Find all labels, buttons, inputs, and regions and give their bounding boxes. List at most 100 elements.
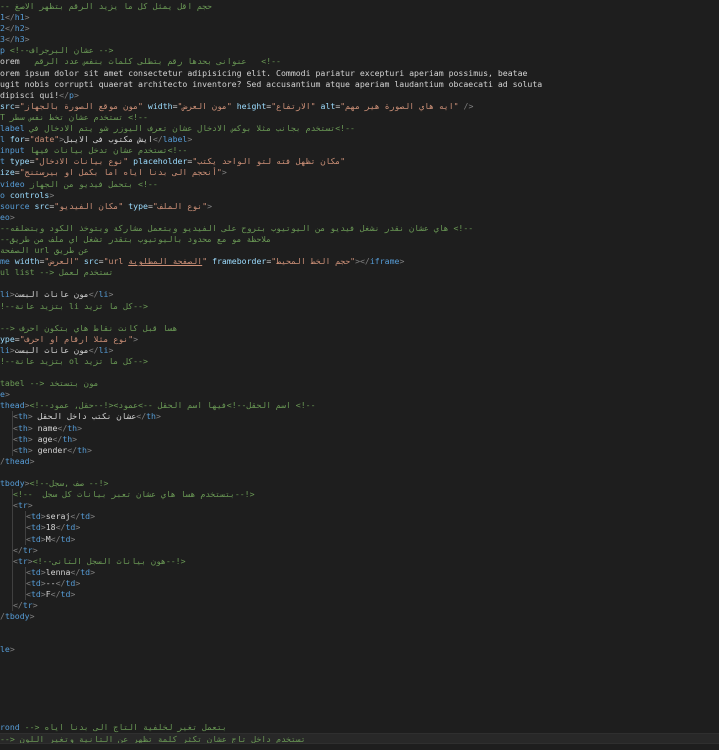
code-line[interactable]: 3</h3> — [0, 34, 719, 45]
code-line[interactable]: li>مون عانات البست</li> — [0, 345, 719, 356]
code-line[interactable]: ul list --> تستخدم لعمل — [0, 267, 719, 278]
code-token: </ — [50, 533, 61, 544]
code-line[interactable] — [0, 278, 719, 289]
code-line[interactable]: thead><!--اسم الحقل--!>فيها اسم الحقل --… — [0, 400, 719, 411]
code-token: --> هسا قبل كانت نقاط هاي بتكون احرف — [0, 322, 178, 333]
code-line[interactable]: --> هسا قبل كانت نقاط هاي بتكون احرف — [0, 323, 719, 334]
code-line[interactable]: input تستخدم عشان تدخل بيانات فيها<!-- — [0, 145, 719, 156]
code-line[interactable]: l for="date">ايش مكتوب فى الايبل</label> — [0, 134, 719, 145]
code-token: input — [0, 145, 25, 156]
code-token: src — [0, 100, 15, 111]
code-line[interactable]: li>مون عانات البست</li> — [0, 289, 719, 300]
code-line[interactable]: <td>--</td> — [0, 577, 719, 589]
code-token: --ملاحظة مو مع محدود باليوتيوب بتقدر تشغ… — [0, 233, 272, 244]
code-line[interactable]: --> تستخدم داخل تاج عشان تكثر كلمة تظهر … — [0, 733, 719, 745]
code-line[interactable] — [0, 312, 719, 323]
code-line[interactable]: tbody><!--صف ,سجل --!> — [0, 478, 719, 489]
code-line[interactable]: orem ipsum dolor sit amet consectetur ad… — [0, 68, 719, 79]
code-line[interactable] — [0, 667, 719, 678]
code-token: > — [49, 189, 55, 200]
code-token: </ — [55, 522, 66, 533]
code-token: td — [30, 566, 41, 577]
code-line[interactable]: p <!--عشان البرجراف --> — [0, 45, 719, 56]
code-token: /> — [463, 100, 474, 111]
code-line[interactable]: 1</h1> — [0, 12, 719, 23]
code-line[interactable]: <tr> — [0, 500, 719, 512]
code-line[interactable] — [0, 678, 719, 689]
code-line[interactable]: o controls> — [0, 190, 719, 201]
code-line[interactable] — [0, 633, 719, 644]
code-token: > — [155, 411, 161, 422]
code-line[interactable]: ype="نوع مثلا ارقام او احرف"> — [0, 334, 719, 345]
code-line[interactable]: t type="نوع بيانات الادخال" placeholder=… — [0, 156, 719, 167]
code-line[interactable]: e> — [0, 389, 719, 400]
code-line[interactable]: -- حجم اقل يمثل كل ما يزيد الرقم بتظهر ا… — [0, 1, 719, 12]
code-line[interactable]: ize="أنحجم الى بدنا اياه اما بكمل او بير… — [0, 167, 719, 178]
code-line[interactable]: T تستخدم عشان تخط نفس سطر <!-- — [0, 112, 719, 123]
code-line[interactable]: me width="العرض" src="url الصفحة المطلوب… — [0, 256, 719, 267]
code-line[interactable]: !--بتزيد عانة li كل ما تزيد--> — [0, 301, 719, 312]
code-token: frameborder — [212, 256, 267, 267]
code-editor[interactable]: -- حجم اقل يمثل كل ما يزيد الرقم بتظهر ا… — [0, 0, 719, 750]
code-token: for — [9, 134, 25, 145]
code-token: source — [0, 200, 30, 211]
code-line[interactable]: الصفحة url عن طريق — [0, 245, 719, 256]
code-line[interactable]: <td>lenna</td> — [0, 566, 719, 578]
code-line[interactable]: le> — [0, 644, 719, 655]
code-token: height — [236, 100, 267, 111]
code-line[interactable]: src="مون موقع الصورة بالجهاز" width="مون… — [0, 101, 719, 112]
code-token: width — [14, 256, 40, 267]
code-line[interactable]: <tr><!--هون بيانات السجل التانى--!> — [0, 555, 719, 567]
code-line[interactable]: <td>M</td> — [0, 533, 719, 545]
code-line[interactable]: eo> — [0, 212, 719, 223]
code-line[interactable]: 2</h2> — [0, 23, 719, 34]
code-line[interactable] — [0, 700, 719, 711]
code-line[interactable]: source src="مكان الفيديو" type="نوع المل… — [0, 201, 719, 212]
code-line[interactable]: <td>F</td> — [0, 588, 719, 601]
code-line[interactable]: </tr> — [0, 600, 719, 612]
code-token: > — [29, 455, 35, 466]
code-line[interactable]: <th> عشان نكتب داخل الحقل</th> — [0, 411, 719, 423]
code-line[interactable]: orem عنوانى بحدها رقم بتطلى كلمات بنفس ع… — [0, 56, 719, 67]
code-line[interactable]: <td>seraj</td> — [0, 511, 719, 523]
code-token: </ — [13, 544, 23, 555]
code-line[interactable] — [0, 711, 719, 722]
code-line[interactable] — [0, 656, 719, 667]
code-line[interactable]: tabel --> مون بتستخد — [0, 378, 719, 389]
code-line[interactable]: <th> gender</th> — [0, 444, 719, 456]
code-line[interactable]: --هاي عشان نقدر نشغل فيديو من اليوتيوب ب… — [0, 223, 719, 234]
code-token: </ — [4, 34, 15, 45]
code-line[interactable]: <!-- بتستخدم هسا هاي عشان تعبر بيانات كل… — [0, 489, 719, 501]
code-token: tbody — [0, 478, 25, 489]
code-line[interactable]: rond --> بتعمل تغير لخلفية التاج الى بدن… — [0, 722, 719, 733]
code-token: > — [27, 500, 33, 511]
code-line[interactable]: label تستخدم بجانب مثلا بوكس الادخال عشا… — [0, 123, 719, 134]
code-line[interactable] — [0, 622, 719, 633]
code-token: > — [187, 134, 193, 145]
code-line[interactable]: <th> name</th> — [0, 422, 719, 434]
code-line[interactable]: ugit nobis corrupti quaerat architecto i… — [0, 79, 719, 90]
code-line[interactable]: <th> age</th> — [0, 433, 719, 445]
code-line[interactable] — [0, 467, 719, 478]
code-token: "نوع الملف" — [152, 200, 208, 211]
code-line[interactable]: video بتحمل فيديو من الجهاز <!-- — [0, 179, 719, 190]
code-line[interactable]: /thead> — [0, 456, 719, 467]
code-line[interactable]: </tr> — [0, 544, 719, 556]
code-token: orem ipsum dolor sit amet consectetur ad… — [0, 67, 528, 78]
code-line[interactable] — [0, 689, 719, 700]
code-line[interactable]: !--بتزيد عانة ol كل ما تزيد--> — [0, 356, 719, 367]
code-token: "نوع بيانات الادخال" — [34, 156, 129, 167]
code-line[interactable]: <td>18</td> — [0, 522, 719, 534]
code-token: > — [70, 588, 76, 599]
code-token: td — [30, 511, 41, 522]
code-token: type — [128, 200, 148, 211]
code-token: tr — [22, 600, 33, 611]
code-line[interactable] — [0, 367, 719, 378]
code-line[interactable]: dipisci qui!</p> — [0, 90, 719, 101]
code-line[interactable]: --ملاحظة مو مع محدود باليوتيوب بتقدر تشغ… — [0, 234, 719, 245]
code-line[interactable]: /tbody> — [0, 611, 719, 622]
code-token: الصفحة url عن طريق — [0, 245, 89, 256]
code-token: me — [0, 256, 10, 267]
code-token: <!--هون بيانات السجل التانى--!> — [32, 555, 186, 566]
indent-guide — [12, 433, 13, 445]
